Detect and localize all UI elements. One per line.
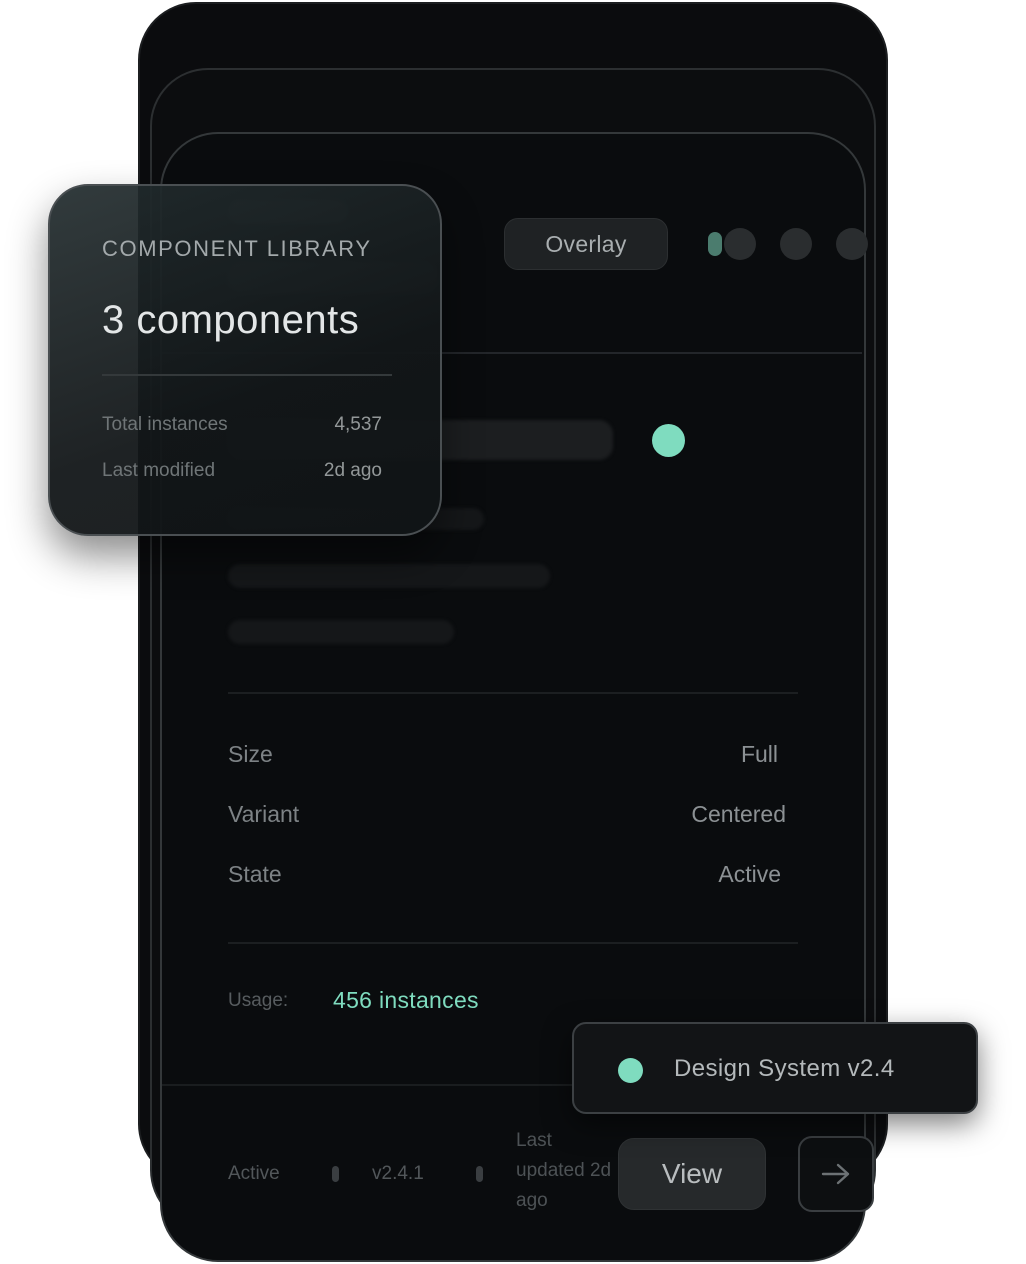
view-button[interactable]: View [618, 1138, 766, 1210]
prop-variant-value: Centered [691, 801, 786, 827]
prop-variant-label: Variant [228, 801, 300, 827]
status-dot-icon [618, 1058, 643, 1083]
library-eyebrow: COMPONENT LIBRARY [102, 236, 372, 261]
usage-value[interactable]: 456 instances [333, 987, 479, 1014]
arrow-right-icon [821, 1163, 850, 1185]
prop-state-label: State [228, 861, 282, 887]
usage-label: Usage: [228, 990, 289, 1011]
blurred-line [228, 620, 454, 644]
design-system-badge[interactable]: Design System v2.4 [572, 1022, 978, 1114]
window-dot-2[interactable] [780, 228, 812, 260]
window-dot-1[interactable] [724, 228, 756, 260]
last-modified-label: Last modified [102, 460, 216, 481]
footer-status: Active [228, 1163, 280, 1184]
section-divider [228, 942, 798, 944]
prop-state-value: Active [718, 861, 781, 887]
last-modified-value: 2d ago [323, 460, 382, 481]
component-library-card: COMPONENT LIBRARY 3 components Total ins… [48, 184, 442, 536]
total-instances-value: 4,537 [334, 414, 382, 435]
footer-last-updated: Last updated 2d ago [516, 1130, 612, 1211]
total-instances-label: Total instances [102, 414, 228, 435]
footer-separator [332, 1166, 339, 1182]
overlay-button[interactable]: Overlay [504, 218, 668, 270]
blurred-line [228, 564, 550, 588]
design-system-label: Design System v2.4 [674, 1055, 895, 1082]
window-dot-3[interactable] [836, 228, 868, 260]
footer-separator [476, 1166, 483, 1182]
section-divider [228, 692, 798, 694]
prop-size-label: Size [228, 741, 273, 767]
status-dot-icon [652, 424, 685, 457]
next-button[interactable] [798, 1136, 874, 1212]
library-divider [102, 374, 392, 376]
prop-size-value: Full [740, 741, 778, 767]
indicator-pill [708, 232, 722, 256]
footer-version: v2.4.1 [372, 1163, 424, 1184]
library-title: 3 components [102, 298, 360, 342]
